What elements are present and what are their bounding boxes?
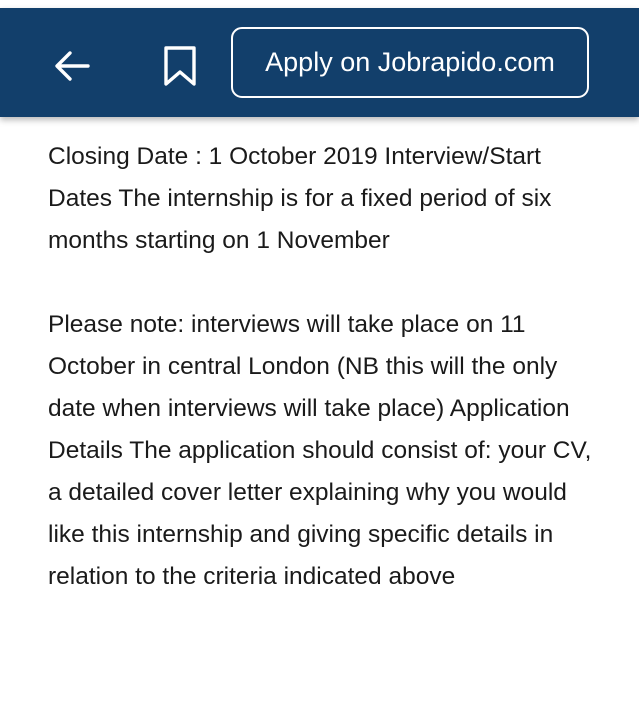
closing-date-paragraph: Closing Date : 1 October 2019 Interview/…: [48, 143, 552, 254]
back-button[interactable]: [50, 44, 94, 88]
status-bar-area: [0, 0, 639, 8]
apply-button-label: Apply on Jobrapido.com: [265, 47, 555, 77]
arrow-left-icon: [55, 51, 90, 81]
bookmark-icon: [164, 46, 196, 86]
bookmark-button[interactable]: [158, 42, 202, 90]
apply-button[interactable]: Apply on Jobrapido.com: [231, 27, 589, 98]
application-details-paragraph: Please note: interviews will take place …: [48, 311, 592, 590]
app-header: Apply on Jobrapido.com: [0, 8, 639, 117]
job-description: Closing Date : 1 October 2019 Interview/…: [48, 136, 608, 598]
